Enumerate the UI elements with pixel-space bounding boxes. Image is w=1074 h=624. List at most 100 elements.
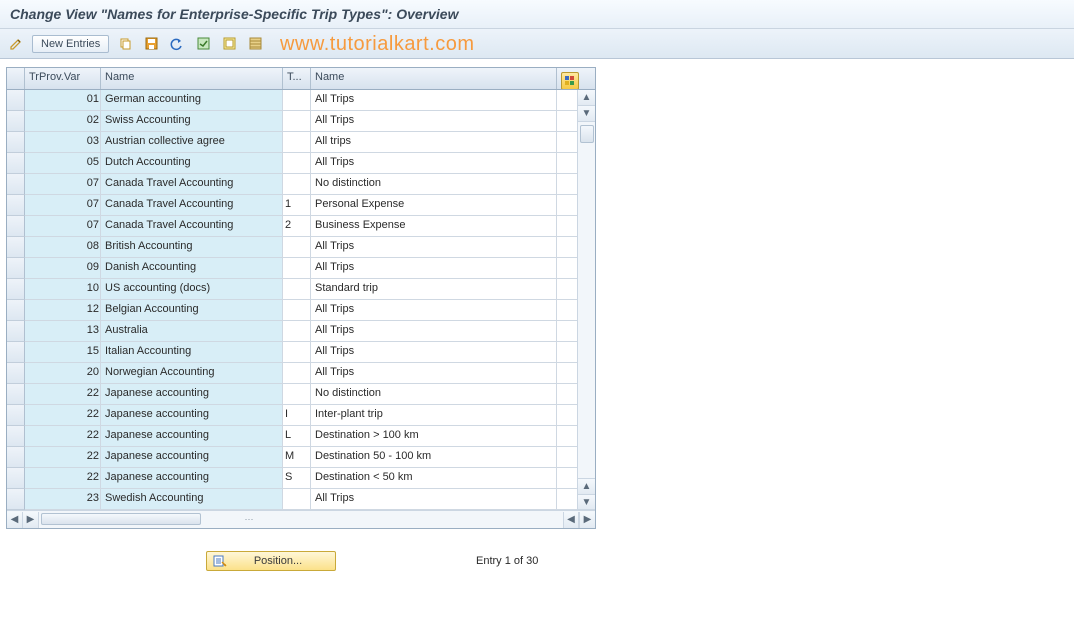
cell-name2[interactable]: Personal Expense xyxy=(311,195,557,216)
row-selector[interactable] xyxy=(7,342,25,363)
cell-name2[interactable]: No distinction xyxy=(311,174,557,195)
table-row[interactable]: 22Japanese accountingIInter-plant trip xyxy=(7,405,595,426)
cell-name1[interactable]: British Accounting xyxy=(101,237,283,258)
cell-name2[interactable]: Destination > 100 km xyxy=(311,426,557,447)
table-row[interactable]: 09Danish AccountingAll Trips xyxy=(7,258,595,279)
row-selector[interactable] xyxy=(7,468,25,489)
row-selector[interactable] xyxy=(7,447,25,468)
cell-trprov[interactable]: 02 xyxy=(25,111,101,132)
table-row[interactable]: 22Japanese accountingLDestination > 100 … xyxy=(7,426,595,447)
cell-trprov[interactable]: 07 xyxy=(25,174,101,195)
cell-trip-type[interactable]: 1 xyxy=(283,195,311,216)
cell-trip-type[interactable] xyxy=(283,237,311,258)
table-row[interactable]: 20Norwegian AccountingAll Trips xyxy=(7,363,595,384)
table-row[interactable]: 10US accounting (docs)Standard trip xyxy=(7,279,595,300)
cell-name2[interactable]: No distinction xyxy=(311,384,557,405)
cell-name2[interactable]: Destination 50 - 100 km xyxy=(311,447,557,468)
header-trprov[interactable]: TrProv.Var xyxy=(25,68,101,89)
delimit-icon[interactable] xyxy=(245,34,265,54)
cell-name1[interactable]: Canada Travel Accounting xyxy=(101,195,283,216)
cell-name1[interactable]: Danish Accounting xyxy=(101,258,283,279)
cell-trip-type[interactable] xyxy=(283,279,311,300)
row-selector[interactable] xyxy=(7,132,25,153)
cell-name1[interactable]: Swiss Accounting xyxy=(101,111,283,132)
hscroll-track[interactable] xyxy=(39,511,239,528)
table-row[interactable]: 22Japanese accountingSDestination < 50 k… xyxy=(7,468,595,489)
row-selector[interactable] xyxy=(7,153,25,174)
cell-trprov[interactable]: 07 xyxy=(25,195,101,216)
cell-name1[interactable]: Italian Accounting xyxy=(101,342,283,363)
cell-name2[interactable]: All Trips xyxy=(311,258,557,279)
table-row[interactable]: 23Swedish Accounting All Trips xyxy=(7,489,595,510)
scroll-thumb-h[interactable] xyxy=(41,513,201,525)
table-row[interactable]: 07Canada Travel Accounting2Business Expe… xyxy=(7,216,595,237)
position-button[interactable]: Position... xyxy=(206,551,336,571)
cell-trprov[interactable]: 22 xyxy=(25,426,101,447)
scroll-left2-icon[interactable]: ◀ xyxy=(563,512,579,528)
table-row[interactable]: 02Swiss Accounting All Trips xyxy=(7,111,595,132)
row-selector[interactable] xyxy=(7,426,25,447)
cell-trip-type[interactable] xyxy=(283,90,311,111)
cell-name2[interactable]: Business Expense xyxy=(311,216,557,237)
cell-name2[interactable]: All Trips xyxy=(311,363,557,384)
cell-trip-type[interactable] xyxy=(283,132,311,153)
table-row[interactable]: 15Italian AccountingAll Trips xyxy=(7,342,595,363)
scroll-thumb-v[interactable] xyxy=(580,125,594,143)
table-row[interactable]: 05Dutch AccountingAll Trips xyxy=(7,153,595,174)
cell-trip-type[interactable] xyxy=(283,321,311,342)
scroll-down2-icon[interactable]: ▼ xyxy=(578,494,595,510)
scroll-left-icon[interactable]: ◀ xyxy=(7,512,23,528)
cell-trip-type[interactable]: 2 xyxy=(283,216,311,237)
cell-trprov[interactable]: 22 xyxy=(25,405,101,426)
cell-trip-type[interactable] xyxy=(283,363,311,384)
deselect-all-icon[interactable] xyxy=(219,34,239,54)
row-selector[interactable] xyxy=(7,111,25,132)
cell-name1[interactable]: Swedish Accounting xyxy=(101,489,283,510)
header-trip-type[interactable]: T... xyxy=(283,68,311,89)
cell-name1[interactable]: Canada Travel Accounting xyxy=(101,174,283,195)
cell-trprov[interactable]: 22 xyxy=(25,447,101,468)
new-entries-button[interactable]: New Entries xyxy=(32,35,109,53)
cell-name2[interactable]: All Trips xyxy=(311,153,557,174)
cell-name2[interactable]: All Trips xyxy=(311,300,557,321)
cell-name1[interactable]: Belgian Accounting xyxy=(101,300,283,321)
cell-name1[interactable]: Japanese accounting xyxy=(101,384,283,405)
cell-trip-type[interactable]: S xyxy=(283,468,311,489)
cell-trip-type[interactable]: I xyxy=(283,405,311,426)
cell-name2[interactable]: All Trips xyxy=(311,342,557,363)
cell-trip-type[interactable]: M xyxy=(283,447,311,468)
cell-name1[interactable]: Austrian collective agree xyxy=(101,132,283,153)
cell-trprov[interactable]: 20 xyxy=(25,363,101,384)
cell-trprov[interactable]: 23 xyxy=(25,489,101,510)
row-selector[interactable] xyxy=(7,258,25,279)
cell-trprov[interactable]: 03 xyxy=(25,132,101,153)
cell-name2[interactable]: All Trips xyxy=(311,321,557,342)
row-selector[interactable] xyxy=(7,384,25,405)
cell-trprov[interactable]: 01 xyxy=(25,90,101,111)
cell-trip-type[interactable] xyxy=(283,174,311,195)
cell-name1[interactable]: Canada Travel Accounting xyxy=(101,216,283,237)
table-row[interactable]: 22Japanese accounting No distinction xyxy=(7,384,595,405)
table-row[interactable]: 07Canada Travel Accounting1Personal Expe… xyxy=(7,195,595,216)
cell-trip-type[interactable] xyxy=(283,342,311,363)
cell-name2[interactable]: All Trips xyxy=(311,111,557,132)
scroll-up-icon[interactable]: ▲ xyxy=(578,90,595,106)
cell-name2[interactable]: All Trips xyxy=(311,489,557,510)
cell-trip-type[interactable] xyxy=(283,258,311,279)
cell-name2[interactable]: All Trips xyxy=(311,237,557,258)
table-row[interactable]: 12Belgian AccountingAll Trips xyxy=(7,300,595,321)
cell-name2[interactable]: Standard trip xyxy=(311,279,557,300)
cell-trprov[interactable]: 10 xyxy=(25,279,101,300)
header-selector[interactable] xyxy=(7,68,25,89)
cell-trip-type[interactable] xyxy=(283,489,311,510)
row-selector[interactable] xyxy=(7,279,25,300)
cell-trprov[interactable]: 13 xyxy=(25,321,101,342)
cell-name1[interactable]: Japanese accounting xyxy=(101,426,283,447)
cell-name1[interactable]: Australia xyxy=(101,321,283,342)
copy-icon[interactable] xyxy=(115,34,135,54)
cell-trip-type[interactable] xyxy=(283,111,311,132)
cell-trip-type[interactable] xyxy=(283,300,311,321)
cell-trprov[interactable]: 08 xyxy=(25,237,101,258)
change-icon[interactable] xyxy=(6,34,26,54)
cell-trprov[interactable]: 22 xyxy=(25,384,101,405)
